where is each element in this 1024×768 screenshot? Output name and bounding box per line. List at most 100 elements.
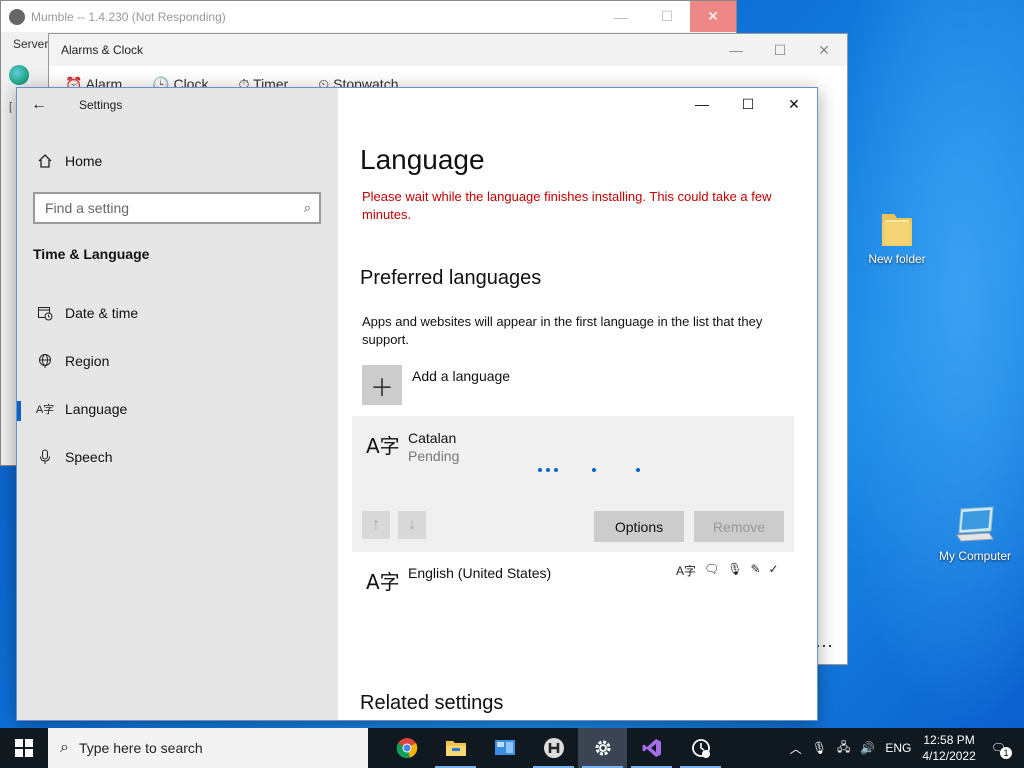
progress-dot	[592, 468, 596, 472]
input-language-indicator[interactable]: ENG	[885, 741, 911, 755]
sidebar-item-date-time[interactable]: Date & time	[17, 293, 338, 333]
back-button[interactable]: ←	[31, 96, 47, 114]
clock-time: 12:58 PM	[923, 733, 975, 747]
taskbar-app-settings[interactable]	[578, 728, 627, 768]
progress-dot	[554, 468, 558, 472]
progress-dot	[538, 468, 542, 472]
sidebar-item-label: Language	[65, 401, 128, 417]
notification-count-badge: 1	[1000, 747, 1012, 759]
taskbar-search-placeholder: Type here to search	[78, 740, 203, 756]
settings-icon	[595, 740, 610, 756]
sidebar-item-speech[interactable]: Speech	[17, 437, 338, 477]
mumble-side-marker: [	[9, 101, 13, 113]
language-icon: A字	[35, 404, 55, 416]
sidebar-item-region[interactable]: Region	[17, 341, 338, 381]
desktop-icon-my-computer[interactable]: My Computer	[930, 505, 1020, 563]
move-up-button[interactable]: ↑	[362, 511, 390, 539]
related-settings-heading: Related settings	[360, 692, 504, 714]
progress-dots	[538, 468, 640, 472]
language-feature-icons: A字 🗨 🎙 ✎ ✓	[676, 562, 779, 579]
search-icon: ⌕	[303, 200, 311, 215]
progress-dot	[546, 468, 550, 472]
remove-button[interactable]: Remove	[694, 511, 784, 542]
chrome-icon	[396, 738, 417, 759]
mumble-close-button[interactable]: ✕	[690, 1, 736, 32]
settings-window[interactable]: ← Settings Home Find a setting ⌕ Time & …	[16, 87, 818, 721]
computer-icon	[953, 505, 997, 545]
taskbar-app-alarms-clock[interactable]	[676, 728, 725, 768]
taskbar-app-chrome[interactable]	[382, 728, 431, 768]
mumble-icon	[543, 738, 564, 758]
taskbar-app-mumble[interactable]	[529, 728, 578, 768]
network-icon[interactable]: 🖧	[837, 738, 850, 759]
add-language-label: Add a language	[412, 368, 511, 384]
mumble-title: Mumble -- 1.4.230 (Not Responding)	[31, 9, 226, 24]
taskbar-app-file-explorer[interactable]	[431, 728, 480, 768]
page-title: Language	[360, 144, 485, 175]
mumble-maximize-button[interactable]: ☐	[644, 1, 690, 32]
settings-sidebar: ← Settings Home Find a setting ⌕ Time & …	[17, 88, 338, 720]
plus-icon: ＋	[362, 365, 402, 405]
language-name: Catalan	[408, 430, 457, 446]
sidebar-item-home[interactable]: Home	[17, 141, 338, 181]
search-icon: ⌕	[60, 739, 69, 756]
move-down-button[interactable]: ↓	[398, 511, 426, 539]
alarms-close-button[interactable]: ✕	[801, 34, 847, 66]
mumble-menu-server[interactable]: Server	[13, 37, 48, 51]
home-icon	[35, 153, 55, 169]
visual-studio-icon	[642, 739, 661, 757]
mumble-logo-icon	[9, 8, 25, 25]
file-explorer-icon	[445, 741, 466, 756]
desktop-icon-new-folder[interactable]: New folder	[852, 208, 942, 266]
language-status: Pending	[408, 448, 460, 464]
sidebar-item-label: Region	[65, 353, 110, 369]
speech-icon: 🎙	[727, 562, 743, 576]
spellcheck-icon: ✓	[768, 562, 779, 576]
taskbar: ⌕ Type here to search ︿ 🎙 🖧 🔊 ENG 12:58 …	[0, 728, 1024, 768]
display-language-icon: A字	[676, 564, 697, 578]
language-item-catalan[interactable]: A字 Catalan Pending ↑ ↓ Options Remove	[352, 416, 794, 552]
settings-maximize-button[interactable]: ☐	[725, 88, 771, 120]
search-placeholder: Find a setting	[45, 200, 130, 216]
sidebar-item-label: Date & time	[65, 305, 139, 321]
preferred-languages-description: Apps and websites will appear in the fir…	[362, 314, 763, 347]
windows-logo-icon	[15, 739, 33, 757]
alarms-title: Alarms & Clock	[61, 43, 144, 57]
taskbar-clock[interactable]: 12:58 PM 4/12/2022	[922, 732, 975, 764]
microphone-icon[interactable]: 🎙	[812, 741, 827, 755]
show-hidden-icons-chevron-icon[interactable]: ︿	[790, 740, 802, 757]
mumble-minimize-button[interactable]: —	[598, 1, 644, 32]
clock-date: 4/12/2022	[922, 749, 976, 763]
folder-icon	[880, 208, 914, 248]
settings-close-button[interactable]: ✕	[771, 88, 817, 120]
add-language-button[interactable]: ＋ Add a language	[362, 365, 510, 405]
volume-icon[interactable]: 🔊	[860, 741, 875, 755]
control-panel-icon	[494, 740, 515, 755]
taskbar-app-visual-studio[interactable]	[627, 728, 676, 768]
settings-minimize-button[interactable]: —	[679, 88, 725, 120]
taskbar-app-control-panel[interactable]	[480, 728, 529, 768]
sidebar-item-language[interactable]: A字 Language	[17, 389, 338, 429]
system-tray: ︿ 🎙 🖧 🔊 ENG 12:58 PM 4/12/2022 🗨 1	[785, 728, 1024, 768]
settings-app-title: Settings	[79, 98, 123, 112]
language-icon: A字	[366, 434, 400, 458]
sidebar-item-label: Speech	[65, 449, 113, 465]
start-button[interactable]	[0, 728, 48, 768]
alarms-maximize-button[interactable]: ☐	[757, 34, 803, 66]
progress-dot	[636, 468, 640, 472]
action-center-button[interactable]: 🗨 1	[991, 741, 1012, 759]
settings-main: — ☐ ✕ Language Please wait while the lan…	[338, 88, 817, 720]
desktop-icon-label: New folder	[868, 252, 926, 266]
desktop-icon-label: My Computer	[938, 549, 1012, 563]
find-setting-input[interactable]: Find a setting ⌕	[33, 192, 321, 224]
language-name: English (United States)	[408, 565, 552, 581]
alarms-minimize-button[interactable]: —	[713, 34, 759, 66]
options-button[interactable]: Options	[594, 511, 684, 542]
taskbar-search-box[interactable]: ⌕ Type here to search	[48, 728, 368, 768]
sidebar-item-label: Home	[65, 153, 103, 169]
sidebar-section-heading: Time & Language	[33, 246, 150, 262]
install-warning: Please wait while the language finishes …	[362, 189, 772, 222]
globe-icon	[9, 65, 29, 85]
globe-icon	[35, 353, 55, 369]
language-icon: A字	[366, 570, 400, 594]
